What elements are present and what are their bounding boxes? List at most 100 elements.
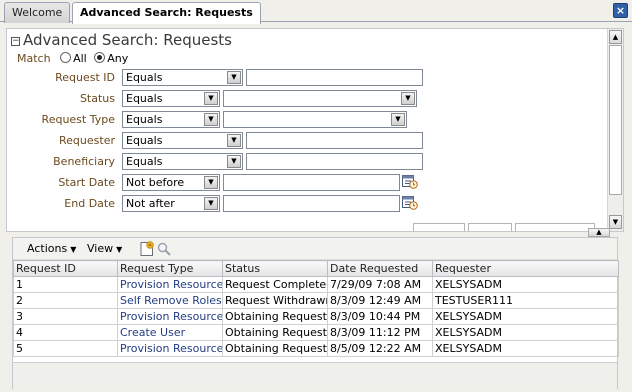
status-value-select[interactable]: ▼ — [223, 90, 417, 107]
end-date-label: End Date — [64, 197, 115, 210]
match-row: Match All Any — [17, 52, 128, 65]
end-date-operator-value: Not after — [126, 197, 175, 210]
requester-cell: TESTUSER111 — [432, 292, 619, 309]
date-requested-cell: 7/29/09 7:08 AM — [327, 276, 433, 293]
calendar-icon[interactable] — [402, 195, 418, 210]
scroll-down-icon[interactable]: ▼ — [609, 215, 622, 229]
request-type-link[interactable]: Provision Resource — [117, 340, 223, 357]
request-type-label: Request Type — [41, 113, 115, 126]
new-request-icon[interactable] — [139, 241, 155, 257]
column-header-request-type[interactable]: Request Type — [117, 260, 223, 277]
request-id-cell: 1 — [13, 276, 118, 293]
status-cell: Obtaining Request Ap — [222, 324, 328, 341]
search-button[interactable] — [413, 223, 465, 231]
table-row[interactable]: 2 Self Remove Roles Request Withdrawn 8/… — [13, 292, 619, 309]
table-row[interactable]: 3 Provision Resource Obtaining Request A… — [13, 308, 619, 325]
date-requested-cell: 8/3/09 12:49 AM — [327, 292, 433, 309]
reset-button[interactable] — [468, 223, 512, 231]
status-label: Status — [79, 92, 115, 105]
chevron-down-icon: ▼ — [116, 245, 123, 254]
column-header-request-id[interactable]: Request ID — [13, 260, 118, 277]
close-tab-button[interactable]: × — [613, 3, 628, 18]
search-icon[interactable] — [157, 242, 171, 256]
status-cell: Request Completed — [222, 276, 328, 293]
scrollbar-thumb[interactable] — [609, 45, 622, 195]
chevron-down-icon: ▼ — [227, 155, 241, 168]
end-date-operator-select[interactable]: Not after ▼ — [122, 195, 220, 212]
view-menu-label: View — [87, 242, 114, 255]
match-any-radio[interactable] — [94, 52, 106, 63]
chevron-down-icon: ▼ — [204, 176, 218, 189]
request-type-link[interactable]: Provision Resource — [117, 308, 223, 325]
requester-operator-value: Equals — [126, 134, 163, 147]
end-date-input[interactable] — [223, 195, 400, 212]
chevron-down-icon: ▼ — [204, 197, 218, 210]
chevron-down-icon: ▼ — [227, 71, 241, 84]
requester-input[interactable] — [246, 132, 423, 149]
request-type-link[interactable]: Create User — [117, 324, 223, 341]
results-panel: Actions ▼ View ▼ Request ID Request Type S… — [12, 237, 619, 389]
view-menu[interactable]: View ▼ — [87, 242, 122, 255]
beneficiary-input[interactable] — [246, 153, 423, 170]
request-id-cell: 3 — [13, 308, 118, 325]
actions-menu[interactable]: Actions ▼ — [27, 242, 76, 255]
tab-advanced-search-requests[interactable]: Advanced Search: Requests — [72, 2, 261, 24]
request-type-value-select[interactable]: ▼ — [223, 111, 407, 128]
results-footer — [13, 362, 617, 389]
status-operator-value: Equals — [126, 92, 163, 105]
chevron-down-icon: ▼ — [204, 113, 218, 126]
table-row[interactable]: 5 Provision Resource Obtaining Request A… — [13, 340, 619, 357]
request-type-link[interactable]: Provision Resource — [117, 276, 223, 293]
search-panel-title: − Advanced Search: Requests — [11, 31, 232, 49]
request-id-operator-select[interactable]: Equals ▼ — [122, 69, 243, 86]
request-type-operator-select[interactable]: Equals ▼ — [122, 111, 220, 128]
search-panel-scrollbar[interactable]: ▲ ▼ — [607, 29, 623, 231]
status-cell: Request Withdrawn — [222, 292, 328, 309]
column-header-status[interactable]: Status — [222, 260, 328, 277]
requester-cell: XELSYSADM — [432, 340, 619, 357]
status-cell: Obtaining Request Ap — [222, 308, 328, 325]
request-id-operator-value: Equals — [126, 71, 163, 84]
request-id-cell: 5 — [13, 340, 118, 357]
requester-cell: XELSYSADM — [432, 308, 619, 325]
request-id-input[interactable] — [246, 69, 423, 86]
table-row[interactable]: 4 Create User Obtaining Request Ap 8/3/0… — [13, 324, 619, 341]
start-date-operator-value: Not before — [126, 176, 185, 189]
request-id-cell: 4 — [13, 324, 118, 341]
results-header-row: Request ID Request Type Status Date Requ… — [13, 260, 619, 277]
column-header-requester[interactable]: Requester — [432, 260, 619, 277]
chevron-down-icon: ▼ — [204, 92, 218, 105]
beneficiary-operator-select[interactable]: Equals ▼ — [122, 153, 243, 170]
add-fields-button[interactable] — [515, 223, 595, 231]
request-type-link[interactable]: Self Remove Roles — [117, 292, 223, 309]
tab-welcome[interactable]: Welcome — [4, 2, 71, 23]
match-all-label: All — [73, 52, 87, 65]
requester-operator-select[interactable]: Equals ▼ — [122, 132, 243, 149]
chevron-down-icon: ▼ — [227, 134, 241, 147]
results-table: Request ID Request Type Status Date Requ… — [13, 260, 619, 357]
chevron-down-icon: ▼ — [401, 92, 415, 105]
start-date-operator-select[interactable]: Not before ▼ — [122, 174, 220, 191]
request-id-cell: 2 — [13, 292, 118, 309]
table-row[interactable]: 1 Provision Resource Request Completed 7… — [13, 276, 619, 293]
start-date-label: Start Date — [58, 176, 115, 189]
request-type-operator-value: Equals — [126, 113, 163, 126]
column-header-date-requested[interactable]: Date Requested — [327, 260, 433, 277]
tab-bar: Welcome Advanced Search: Requests × — [0, 0, 632, 24]
advanced-search-panel: − Advanced Search: Requests Match All Any… — [6, 28, 624, 232]
status-operator-select[interactable]: Equals ▼ — [122, 90, 220, 107]
match-all-radio[interactable] — [60, 52, 72, 63]
status-cell: Obtaining Request Ap — [222, 340, 328, 357]
request-id-label: Request ID — [55, 71, 115, 84]
match-any-label: Any — [107, 52, 129, 65]
scroll-up-icon[interactable]: ▲ — [609, 30, 622, 44]
calendar-icon[interactable] — [402, 174, 418, 189]
actions-menu-label: Actions — [27, 242, 68, 255]
beneficiary-operator-value: Equals — [126, 155, 163, 168]
splitter-collapse-icon[interactable]: ▲ — [588, 228, 610, 237]
start-date-input[interactable] — [223, 174, 400, 191]
collapse-icon[interactable]: − — [11, 37, 20, 46]
results-toolbar: Actions ▼ View ▼ — [13, 238, 617, 260]
requester-label: Requester — [59, 134, 115, 147]
search-title-text: Advanced Search: Requests — [23, 31, 232, 49]
